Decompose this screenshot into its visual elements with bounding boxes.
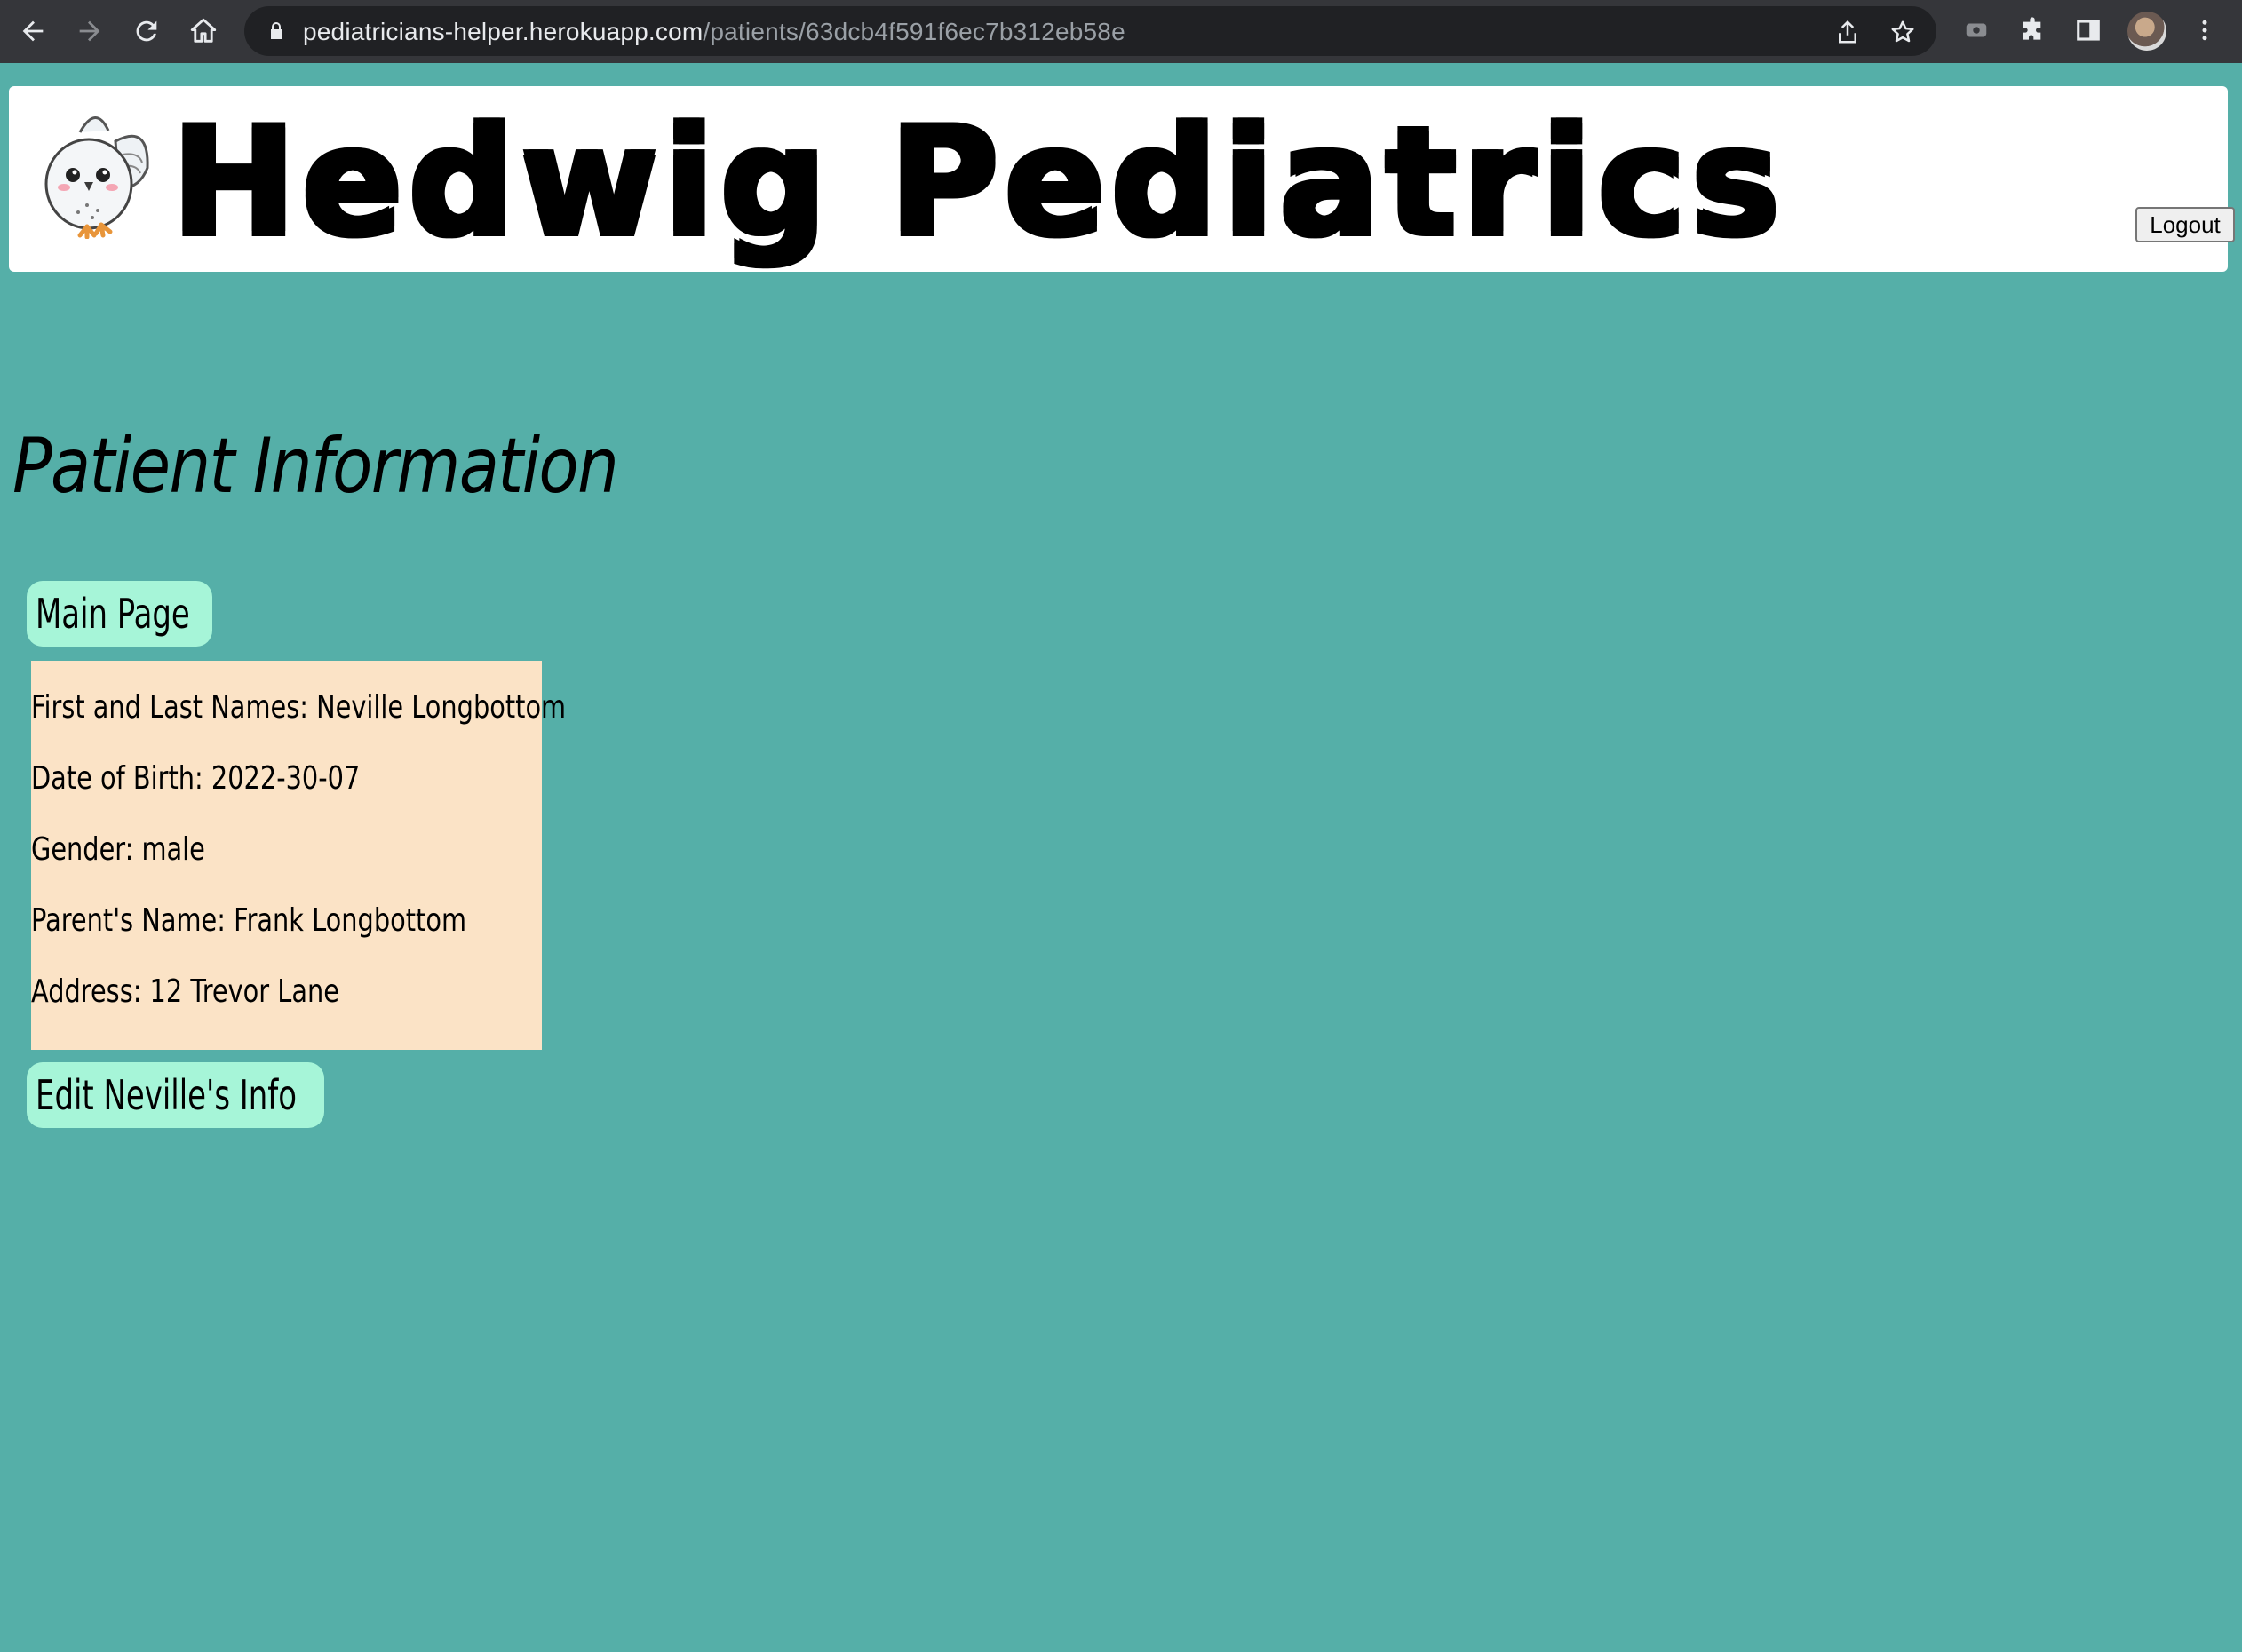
url-text: pediatricians-helper.herokuapp.com/patie… — [303, 18, 1125, 46]
main-page-button[interactable]: Main Page — [27, 581, 212, 647]
screen-capture-icon — [1966, 23, 1987, 37]
site-header: Hedwig Pediatrics Logout — [9, 86, 2235, 272]
page-title: Patient Information — [12, 422, 619, 511]
patient-name: First and Last Names: Neville Longbottom — [31, 689, 567, 726]
reload-button[interactable] — [126, 11, 167, 52]
patient-address: Address: 12 Trevor Lane — [31, 973, 339, 1010]
back-button[interactable] — [12, 11, 53, 52]
patient-gender: Gender: male — [31, 831, 205, 868]
side-panel-icon — [2077, 20, 2100, 41]
url-path: /patients/63dcb4f591f6ec7b312eb58e — [703, 18, 1125, 45]
site-title: Hedwig Pediatrics — [171, 95, 1785, 269]
url-host: pediatricians-helper.herokuapp.com — [303, 18, 704, 45]
extension-button[interactable] — [1959, 12, 1994, 48]
reload-icon — [136, 20, 157, 42]
browser-menu-button[interactable] — [2187, 12, 2222, 48]
extensions-menu-button[interactable] — [2015, 12, 2050, 48]
bookmark-star-icon[interactable] — [1889, 19, 1916, 45]
browser-toolbar: pediatricians-helper.herokuapp.com/patie… — [0, 0, 2242, 63]
edit-patient-label: Edit Neville's Info — [36, 1071, 297, 1119]
edit-patient-button[interactable]: Edit Neville's Info — [27, 1062, 324, 1128]
patient-parent-name: Parent's Name: Frank Longbottom — [31, 902, 466, 939]
share-icon[interactable] — [1834, 19, 1861, 45]
puzzle-icon — [2023, 17, 2041, 40]
lock-icon — [271, 22, 282, 39]
side-panel-button[interactable] — [2071, 12, 2106, 48]
forward-button[interactable] — [69, 11, 110, 52]
main-page-label: Main Page — [36, 590, 190, 638]
address-bar[interactable]: pediatricians-helper.herokuapp.com/patie… — [244, 6, 1936, 56]
arrow-left-icon — [22, 20, 44, 42]
home-button[interactable] — [183, 11, 224, 52]
more-vertical-icon — [2202, 20, 2207, 41]
owl-logo-icon — [44, 116, 149, 239]
patient-dob: Date of Birth: 2022-30-07 — [31, 760, 361, 797]
home-icon — [190, 18, 217, 43]
patient-info-card: First and Last Names: Neville Longbottom… — [31, 661, 566, 1050]
profile-avatar[interactable] — [2127, 12, 2166, 51]
logout-button[interactable]: Logout — [2135, 207, 2235, 242]
arrow-right-icon — [79, 20, 100, 42]
